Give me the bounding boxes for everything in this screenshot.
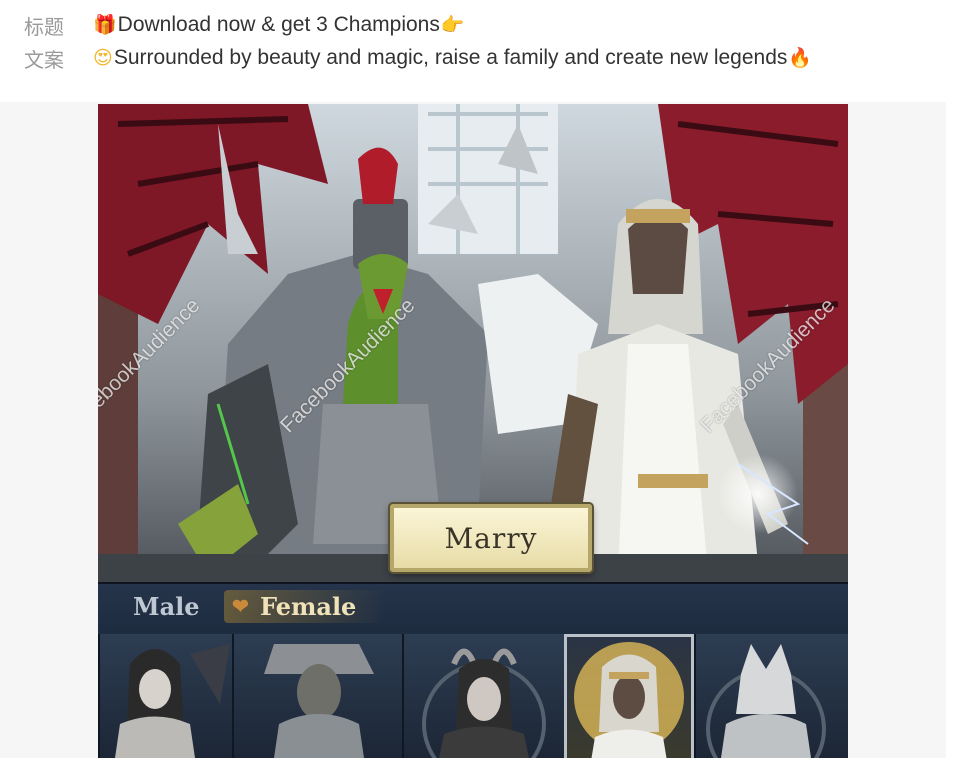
champion-card-wolf[interactable] (694, 634, 848, 758)
title-text-line: 🎁 Download now & get 3 Champions 👉 (92, 13, 466, 37)
champion-card-strip (98, 634, 848, 758)
copy-row: 文案 😍 Surrounded by beauty and magic, rai… (24, 44, 813, 72)
champion-card-horned-lady[interactable] (402, 634, 564, 758)
heart-eyes-icon: 😍 (93, 47, 113, 69)
tab-female[interactable]: ❤ Female (224, 590, 387, 623)
champion-card-elf[interactable] (232, 634, 402, 758)
ad-creative[interactable]: FacebookAudience FacebookAudience Facebo… (98, 104, 848, 758)
champion-card-demoness[interactable] (98, 634, 232, 758)
champion-portrait-horned-lady (422, 648, 546, 758)
title-label: 标题 (24, 16, 64, 39)
tab-female-label: Female (260, 592, 357, 621)
gift-icon: 🎁 (93, 14, 117, 36)
title-text: Download now & get 3 Champions (117, 13, 440, 36)
champion-portrait-goddess (574, 642, 684, 758)
heart-icon: ❤ (232, 594, 249, 618)
pointing-hand-icon: 👉 (440, 14, 465, 36)
gender-tab-bar: Male ❤ Female (98, 582, 848, 636)
copy-text: Surrounded by beauty and magic, raise a … (113, 46, 788, 69)
fire-icon: 🔥 (788, 47, 813, 69)
champion-portrait-wolf (706, 644, 826, 758)
copy-label: 文案 (24, 49, 64, 72)
marry-button[interactable]: Marry (390, 504, 592, 572)
copy-text-line: 😍 Surrounded by beauty and magic, raise … (92, 46, 813, 70)
title-row: 标题 🎁 Download now & get 3 Champions 👉 (24, 11, 466, 39)
champion-card-goddess-selected[interactable] (564, 634, 694, 758)
champion-portrait-demoness (115, 644, 230, 758)
tab-male[interactable]: Male (133, 592, 200, 621)
champion-portrait-elf (264, 644, 374, 758)
